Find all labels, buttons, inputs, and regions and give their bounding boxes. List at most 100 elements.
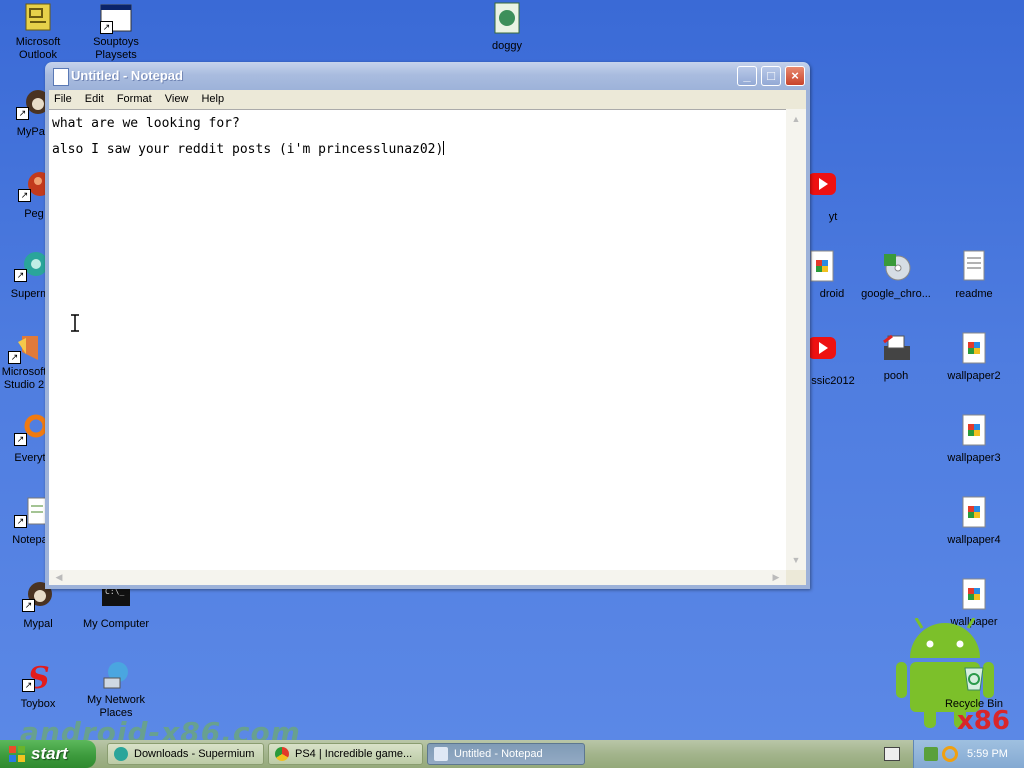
menu-bar: File Edit Format View Help (49, 90, 806, 109)
scroll-right-icon[interactable]: ▶ (768, 570, 784, 585)
icon-label: Peg (24, 208, 44, 220)
task-label: PS4 | Incredible game... (295, 748, 413, 760)
network-tray-icon[interactable] (924, 747, 938, 761)
icon-label: Everyt (14, 452, 46, 464)
task-label: Downloads - Supermium (134, 748, 255, 760)
text-editor[interactable]: what are we looking for? also I saw your… (49, 109, 786, 571)
task-notepad[interactable]: Untitled - Notepad (427, 743, 585, 765)
vertical-scrollbar[interactable]: ▲ ▼ (786, 109, 806, 570)
icon-label: Toybox (20, 698, 56, 710)
desktop-icon-pooh[interactable]: pooh (858, 332, 934, 384)
menu-view[interactable]: View (160, 90, 194, 105)
shortcut-arrow-icon: ↗ (22, 599, 35, 612)
desktop-icon-wallpaper3[interactable]: wallpaper3 (936, 414, 1012, 466)
icon-label: My Network Places (86, 694, 146, 719)
toybox-icon: S ↗ (22, 660, 54, 696)
menu-help[interactable]: Help (196, 90, 229, 105)
editor-line-2: also I saw your reddit posts (i'm prince… (52, 142, 444, 157)
scroll-down-icon[interactable]: ▼ (788, 552, 804, 568)
scroll-up-icon[interactable]: ▲ (788, 111, 804, 127)
cd-icon (880, 250, 912, 282)
youtube-icon (806, 173, 838, 205)
desktop-icon-google-chrome[interactable]: google_chro... (858, 250, 934, 302)
desktop-icon-recycle-bin[interactable]: Recycle Bin (936, 660, 1012, 712)
ibeam-cursor-icon (71, 314, 79, 332)
x86-brand: x86 (957, 706, 1010, 736)
icon-label: yt (828, 211, 838, 223)
icon-label: My Computer (82, 618, 150, 630)
window-frame-bottom (45, 585, 810, 589)
watermark-text: android-x86.com (20, 716, 301, 740)
desktop-icon-toybox[interactable]: S ↗ Toybox (0, 660, 76, 712)
maximize-button[interactable]: □ (761, 66, 781, 86)
icon-label: droid (819, 288, 845, 300)
window-title: Untitled - Notepad (71, 68, 183, 83)
image-icon (491, 2, 523, 34)
notepad-app-icon (53, 68, 69, 86)
scroll-left-icon[interactable]: ◀ (51, 570, 67, 585)
desktop-icon-outlook[interactable]: Microsoft Outlook (0, 2, 76, 63)
system-tray: 5:59 PM (913, 740, 1024, 768)
start-button[interactable]: start (0, 740, 96, 768)
shortcut-arrow-icon: ↗ (14, 433, 27, 446)
windows-flag-icon (9, 746, 25, 762)
icon-label: pooh (883, 370, 909, 382)
start-label: start (31, 744, 68, 763)
notepad-window[interactable]: Untitled - Notepad _ □ × File Edit Forma… (45, 62, 810, 589)
desktop-icon-wallpaper2[interactable]: wallpaper2 (936, 332, 1012, 384)
editor-line-1: what are we looking for? (52, 116, 240, 131)
icon-label: Notepa (12, 534, 48, 546)
search-icon[interactable] (942, 746, 958, 762)
text-file-icon (958, 250, 990, 282)
desktop-icon-doggy[interactable]: doggy (469, 2, 545, 54)
horizontal-scrollbar[interactable]: ◀ ▶ (49, 570, 786, 585)
menu-edit[interactable]: Edit (80, 90, 109, 105)
everything-icon: ↗ (14, 414, 48, 446)
fax-icon (880, 332, 912, 364)
studio-icon: ↗ (8, 332, 40, 364)
image-file-icon (958, 414, 990, 446)
desktop-icon-readme[interactable]: readme (936, 250, 1012, 302)
icon-label: Mypal (23, 618, 53, 630)
task-ps4[interactable]: PS4 | Incredible game... (268, 743, 423, 765)
icon-label: wallpaper3 (947, 452, 1001, 464)
title-bar[interactable]: Untitled - Notepad _ □ × (45, 62, 810, 90)
task-label: Untitled - Notepad (454, 748, 543, 760)
supermium-icon: ↗ (14, 250, 48, 282)
shortcut-arrow-icon: ↗ (100, 21, 113, 34)
menu-format[interactable]: Format (112, 90, 157, 105)
icon-label: MyPal (16, 126, 48, 138)
shortcut-arrow-icon: ↗ (8, 351, 21, 364)
keyboard-icon[interactable] (884, 747, 900, 761)
icon-label: ssic2012 (811, 375, 855, 387)
notepad-icon (434, 747, 448, 761)
image-file-icon (958, 496, 990, 528)
icon-label: Souptoys Playsets (93, 36, 139, 61)
clock[interactable]: 5:59 PM (967, 740, 1008, 768)
desktop: android-x86.com Microsoft Outlook ↗ Soup… (0, 0, 1024, 740)
window-frame-right (806, 90, 810, 589)
recycle-bin-icon (958, 660, 990, 692)
network-icon (100, 660, 132, 692)
icon-label: wallpaper4 (947, 534, 1001, 546)
icon-label: readme (955, 288, 993, 300)
supermium-icon (114, 747, 128, 761)
close-button[interactable]: × (785, 66, 805, 86)
outlook-icon (22, 2, 54, 34)
shortcut-arrow-icon: ↗ (22, 679, 35, 692)
text-caret (443, 141, 445, 155)
desktop-icon-wallpaper4[interactable]: wallpaper4 (936, 496, 1012, 548)
mypal-icon: ↗ (16, 88, 50, 120)
resize-grip-icon[interactable] (786, 570, 806, 585)
minimize-button[interactable]: _ (737, 66, 757, 86)
icon-label: doggy (492, 40, 522, 52)
youtube-icon (806, 337, 838, 369)
menu-file[interactable]: File (49, 90, 77, 105)
image-file-icon (958, 578, 990, 610)
desktop-icon-network[interactable]: My Network Places (78, 660, 154, 721)
shortcut-arrow-icon: ↗ (14, 515, 27, 528)
desktop-icon-souptoys[interactable]: ↗ Souptoys Playsets (78, 2, 154, 63)
shortcut-arrow-icon: ↗ (14, 269, 27, 282)
window-icon: ↗ (100, 2, 132, 34)
task-downloads-supermium[interactable]: Downloads - Supermium (107, 743, 264, 765)
